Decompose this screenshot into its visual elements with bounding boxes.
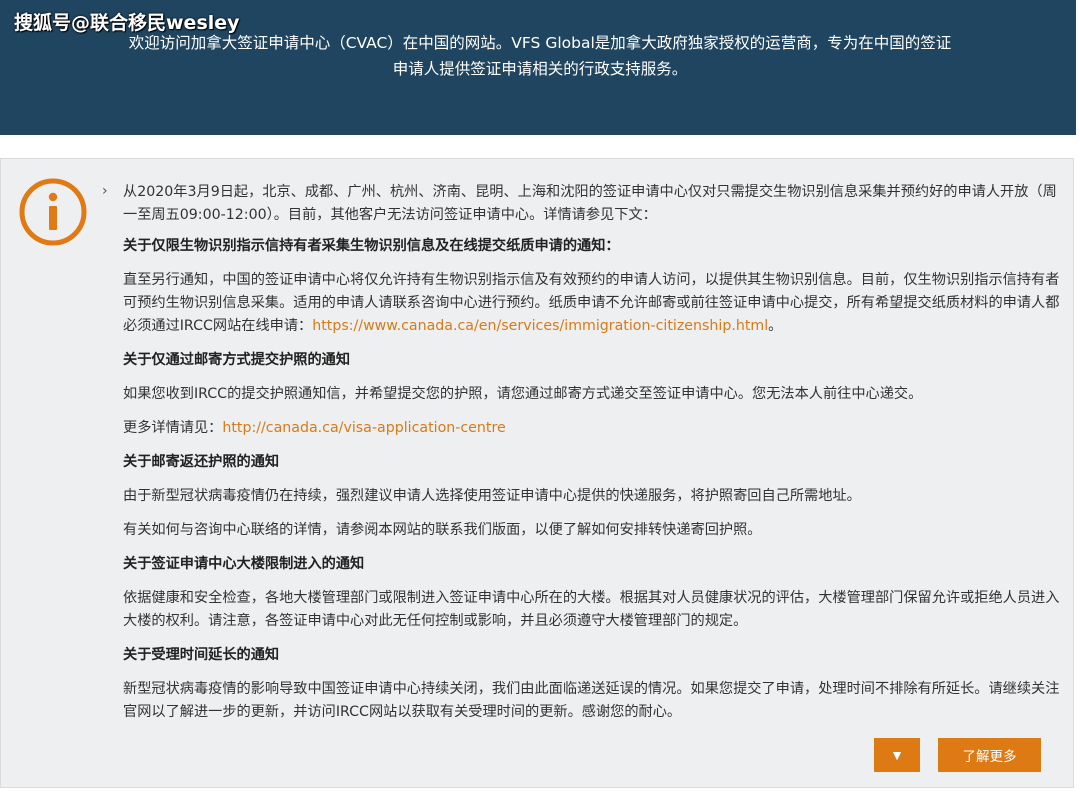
section-biometric-title: 关于仅限生物识别指示信持有者采集生物识别信息及在线提交纸质申请的通知： bbox=[123, 238, 620, 254]
notice-content: 从2020年3月9日起，北京、成都、广州、杭州、济南、昆明、上海和沈阳的签证申请… bbox=[123, 181, 1069, 735]
welcome-banner: 欢迎访问加拿大签证申请中心（CVAC）在中国的网站。VFS Global是加拿大… bbox=[0, 0, 1076, 135]
section-building-access-title: 关于签证申请中心大楼限制进入的通知 bbox=[123, 556, 365, 572]
notice-intro: 从2020年3月9日起，北京、成都、广州、杭州、济南、昆明、上海和沈阳的签证申请… bbox=[123, 184, 1057, 223]
section-biometric-end: 。 bbox=[768, 318, 783, 334]
more-details-label: 更多详情请见： bbox=[123, 420, 223, 436]
section-processing-time-title: 关于受理时间延长的通知 bbox=[123, 647, 280, 663]
ircc-link[interactable]: https://www.canada.ca/en/services/immigr… bbox=[312, 318, 768, 334]
triangle-down-icon: ▼ bbox=[890, 747, 904, 763]
section-return-passport-title: 关于邮寄返还护照的通知 bbox=[123, 454, 280, 470]
banner-line-2: 申请人提供签证申请相关的行政支持服务。 bbox=[392, 60, 688, 78]
section-mail-passport-body: 如果您收到IRCC的提交护照通知信，并希望提交您的护照，请您通过邮寄方式递交至签… bbox=[123, 386, 923, 402]
section-processing-time-body: 新型冠状病毒疫情的影响导致中国签证申请中心持续关闭，我们由此面临递送延误的情况。… bbox=[123, 681, 1060, 720]
collapse-toggle-button[interactable]: ▼ bbox=[874, 738, 920, 772]
section-mail-passport-title: 关于仅通过邮寄方式提交护照的通知 bbox=[123, 352, 351, 368]
page: 欢迎访问加拿大签证申请中心（CVAC）在中国的网站。VFS Global是加拿大… bbox=[0, 0, 1080, 792]
watermark: 搜狐号@联合移民wesley bbox=[14, 12, 240, 34]
vac-link[interactable]: http://canada.ca/visa-application-centre bbox=[222, 420, 505, 436]
banner-text: 欢迎访问加拿大签证申请中心（CVAC）在中国的网站。VFS Global是加拿大… bbox=[40, 30, 1040, 82]
section-return-passport-body-1: 由于新型冠状病毒疫情仍在持续，强烈建议申请人选择使用签证申请中心提供的快递服务，… bbox=[123, 488, 861, 504]
chevron-right-icon[interactable]: › bbox=[102, 183, 108, 199]
info-icon bbox=[19, 178, 87, 246]
section-building-access-body: 依据健康和安全检查，各地大楼管理部门或限制进入签证申请中心所在的大楼。根据其对人… bbox=[123, 590, 1060, 629]
notice-panel: › 从2020年3月9日起，北京、成都、广州、杭州、济南、昆明、上海和沈阳的签证… bbox=[0, 158, 1074, 788]
learn-more-button[interactable]: 了解更多 bbox=[938, 738, 1041, 772]
section-biometric-body: 直至另行通知，中国的签证申请中心将仅允许持有生物识别指示信及有效预约的申请人访问… bbox=[123, 269, 1069, 338]
section-mail-passport-more: 更多详情请见：http://canada.ca/visa-application… bbox=[123, 417, 1069, 440]
section-return-passport-body-2: 有关如何与咨询中心联络的详情，请参阅本网站的联系我们版面，以便了解如何安排转快递… bbox=[123, 522, 762, 538]
